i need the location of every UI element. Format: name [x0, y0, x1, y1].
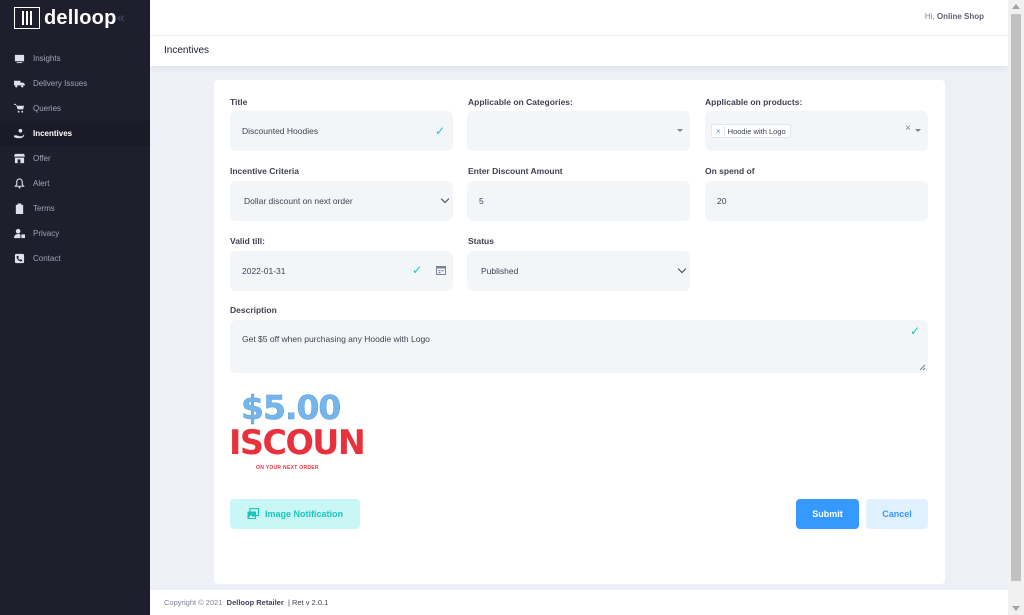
- vertical-scrollbar[interactable]: [1008, 0, 1024, 615]
- sidebar-item-incentives[interactable]: Incentives: [0, 121, 150, 146]
- cart-icon: [13, 103, 25, 115]
- sidebar-item-label: Delivery Issues: [33, 79, 88, 88]
- image-notification-button[interactable]: Image Notification: [230, 499, 360, 529]
- footer: Copyright © 2021 Delloop Retailer | Ret …: [150, 590, 1008, 615]
- promo-headline: ISCOUN: [229, 423, 366, 463]
- discount-amount-input[interactable]: 5: [467, 181, 690, 221]
- scrollbar-thumb[interactable]: [1011, 14, 1021, 581]
- sidebar-menu: Insights Delivery Issues Queries Incenti…: [0, 46, 150, 271]
- greeting-prefix: Hi,: [924, 12, 935, 21]
- criteria-select[interactable]: Dollar discount on next order: [230, 181, 453, 221]
- products-multiselect[interactable]: × Hoodie with Logo ×: [705, 111, 928, 151]
- criteria-label: Incentive Criteria: [230, 166, 299, 176]
- footer-version: | Ret v 2.0.1: [287, 598, 329, 607]
- sidebar-item-privacy[interactable]: Privacy: [0, 221, 150, 246]
- title-valid-check-icon: ✓: [435, 124, 446, 138]
- sidebar-item-label: Offer: [33, 154, 51, 163]
- product-tag: × Hoodie with Logo: [711, 124, 791, 138]
- sidebar-item-insights[interactable]: Insights: [0, 46, 150, 71]
- footer-copyright: Copyright © 2021: [164, 598, 223, 607]
- chevron-down-icon: [440, 194, 450, 204]
- date-valid-check-icon: ✓: [412, 263, 423, 277]
- discount-label: Enter Discount Amount: [468, 166, 563, 176]
- description-label: Description: [230, 305, 277, 315]
- description-textarea[interactable]: Get $5 off when purchasing any Hoodie wi…: [230, 320, 928, 373]
- description-value: Get $5 off when purchasing any Hoodie wi…: [242, 334, 430, 344]
- title-label: Title: [230, 97, 248, 107]
- hand-coin-icon: [13, 128, 25, 140]
- scroll-down-icon[interactable]: [1012, 606, 1020, 611]
- sidebar-item-label: Terms: [33, 204, 55, 213]
- sidebar-item-label: Queries: [33, 104, 62, 113]
- sidebar-item-label: Contact: [33, 254, 61, 263]
- image-notification-label: Image Notification: [264, 509, 343, 519]
- sidebar-item-queries[interactable]: Queries: [0, 96, 150, 121]
- sidebar-item-offer[interactable]: Offer: [0, 146, 150, 171]
- sidebar-item-label: Insights: [33, 54, 61, 63]
- remove-tag-icon[interactable]: ×: [716, 127, 721, 136]
- page-title: Incentives: [164, 45, 210, 56]
- resize-handle-icon[interactable]: [918, 363, 926, 371]
- logo-text: delloop: [44, 6, 117, 29]
- categories-select[interactable]: [467, 111, 690, 151]
- sidebar-item-label: Alert: [33, 179, 50, 188]
- promo-subtext: ON YOUR NEXT ORDER: [256, 465, 319, 471]
- description-valid-check-icon: ✓: [910, 324, 921, 338]
- clear-selection-icon[interactable]: ×: [905, 123, 911, 134]
- scroll-up-icon[interactable]: [1012, 4, 1020, 9]
- sidebar: delloop « Insights Delivery Issues Queri…: [0, 0, 150, 615]
- tag-separator: [723, 126, 725, 136]
- spend-input[interactable]: 20: [705, 181, 928, 221]
- sidebar-item-label: Incentives: [33, 129, 73, 138]
- promo-amount: $5.00: [241, 388, 342, 428]
- topbar: Hi, Online Shop: [150, 0, 1008, 36]
- product-tag-label: Hoodie with Logo: [727, 126, 786, 136]
- insights-icon: [13, 53, 25, 65]
- spend-label: On spend of: [705, 166, 755, 176]
- chevron-down-icon: [677, 264, 687, 274]
- subheader: Incentives: [150, 36, 1008, 66]
- brand: delloop «: [0, 0, 150, 36]
- caret-down-icon: [915, 129, 921, 132]
- sidebar-item-label: Privacy: [33, 229, 60, 238]
- user-greeting[interactable]: Hi, Online Shop: [925, 12, 984, 21]
- sidebar-item-contact[interactable]: Contact: [0, 246, 150, 271]
- valid-till-label: Valid till:: [230, 236, 265, 246]
- title-input[interactable]: Discounted Hoodies: [230, 111, 453, 151]
- clipboard-icon: [13, 203, 25, 215]
- status-label: Status: [468, 236, 494, 246]
- valid-till-value: 2022-01-31: [242, 266, 286, 276]
- products-label: Applicable on products:: [705, 97, 803, 107]
- store-icon: [13, 153, 25, 165]
- submit-button[interactable]: Submit: [796, 499, 859, 529]
- sidebar-item-terms[interactable]: Terms: [0, 196, 150, 221]
- sidebar-item-alert[interactable]: Alert: [0, 171, 150, 196]
- footer-company-link[interactable]: Delloop Retailer: [227, 598, 284, 607]
- user-name: Online Shop: [936, 12, 984, 21]
- bell-icon: [13, 178, 25, 190]
- status-select[interactable]: Published: [467, 251, 690, 291]
- promo-image: $5.00 ISCOUN ON YOUR NEXT ORDER: [229, 385, 366, 477]
- truck-icon: [13, 78, 25, 90]
- categories-label: Applicable on Categories:: [468, 97, 573, 107]
- cancel-button[interactable]: Cancel: [866, 499, 928, 529]
- status-value: Published: [481, 266, 519, 276]
- phone-icon: [13, 253, 25, 265]
- caret-down-icon: [677, 129, 683, 132]
- spend-value: 20: [717, 196, 727, 206]
- criteria-value: Dollar discount on next order: [244, 196, 353, 206]
- footer-text: Copyright © 2021 Delloop Retailer | Ret …: [164, 598, 328, 607]
- logo-icon: [14, 7, 40, 29]
- discount-value: 5: [479, 196, 484, 206]
- calendar-icon[interactable]: [436, 265, 446, 277]
- title-value: Discounted Hoodies: [242, 126, 319, 136]
- user-lock-icon: [13, 228, 25, 240]
- sidebar-item-delivery-issues[interactable]: Delivery Issues: [0, 71, 150, 96]
- collapse-sidebar-icon[interactable]: «: [117, 9, 125, 25]
- images-icon: [247, 508, 259, 519]
